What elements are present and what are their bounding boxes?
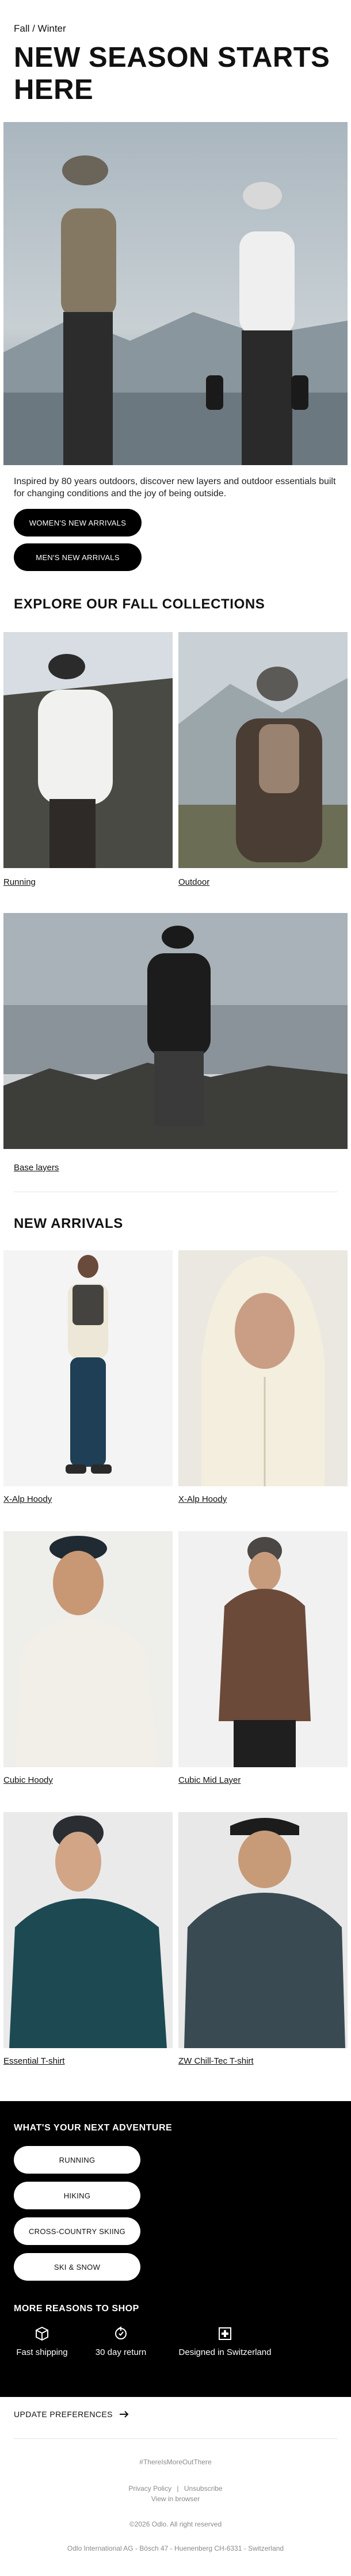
product-image-x-alp-hoody-women[interactable]: [3, 1250, 173, 1486]
intro-text: Inspired by 80 years outdoors, discover …: [14, 477, 336, 499]
season-eyebrow: Fall / Winter: [14, 23, 66, 34]
reason-designed-in-switzerland: Designed in Switzerland: [170, 2326, 280, 2357]
arrow-right-icon: [119, 2411, 129, 2418]
email-page: Fall / Winter NEW SEASON STARTS HERE Ins…: [0, 0, 351, 2576]
collection-link-outdoor[interactable]: Outdoor: [178, 877, 209, 887]
reason-label-30-day-return: 30 day return: [95, 2347, 147, 2357]
adventure-title: WHAT'S YOUR NEXT ADVENTURE: [14, 2123, 173, 2133]
update-preferences-link[interactable]: UPDATE PREFERENCES: [14, 2410, 129, 2419]
box-icon: [36, 2326, 48, 2341]
reasons-title: MORE REASONS TO SHOP: [14, 2304, 139, 2314]
adventure-hiking-button[interactable]: HIKING: [14, 2182, 140, 2209]
unsubscribe-link[interactable]: Unsubscribe: [184, 2484, 223, 2493]
return-icon: [115, 2326, 127, 2339]
adventure-ski-snow-button[interactable]: SKI & SNOW: [14, 2253, 140, 2281]
product-link-4[interactable]: Cubic Mid Layer: [178, 1775, 241, 1785]
product-link-1[interactable]: X-Alp Hoody: [3, 1494, 52, 1504]
hero-image[interactable]: [3, 122, 348, 465]
base-layers-image[interactable]: [3, 913, 348, 1149]
footer-address: Odlo International AG - Bösch 47 - Huene…: [67, 2544, 284, 2552]
adventure-cross-country-skiing-button[interactable]: CROSS-COUNTRY SKIING: [14, 2217, 140, 2245]
womens-new-arrivals-button[interactable]: WOMEN'S NEW ARRIVALS: [14, 509, 142, 536]
product-image-cubic-hoody[interactable]: [3, 1531, 173, 1767]
product-link-6[interactable]: ZW Chill-Tec T-shirt: [178, 2056, 254, 2066]
footer-links: Privacy Policy | Unsubscribe: [0, 2484, 351, 2493]
outdoor-image[interactable]: [178, 632, 348, 868]
new-arrivals-title: NEW ARRIVALS: [14, 1216, 123, 1231]
footer-hashtag: #ThereIsMoreOutThere: [139, 2458, 212, 2466]
reason-label-fast-shipping: Fast shipping: [16, 2347, 68, 2357]
product-image-x-alp-hoody-men[interactable]: [178, 1250, 348, 1486]
collection-link-base-layers[interactable]: Base layers: [14, 1163, 59, 1173]
product-link-2[interactable]: X-Alp Hoody: [178, 1494, 227, 1504]
collection-link-running[interactable]: Running: [3, 877, 36, 887]
reason-fast-shipping: Fast shipping: [10, 2326, 74, 2357]
adventure-running-button[interactable]: RUNNING: [14, 2146, 140, 2174]
update-preferences-label: UPDATE PREFERENCES: [14, 2410, 113, 2419]
collections-title: EXPLORE OUR FALL COLLECTIONS: [14, 596, 265, 612]
footer-divider: [14, 2438, 337, 2439]
product-image-zw-chill-tec-t-shirt[interactable]: [178, 1812, 348, 2048]
hero-title: NEW SEASON STARTS HERE: [14, 42, 330, 105]
product-image-cubic-mid-layer[interactable]: [178, 1531, 348, 1767]
swiss-cross-icon: [219, 2327, 231, 2340]
mens-new-arrivals-button[interactable]: MEN'S NEW ARRIVALS: [14, 543, 142, 571]
privacy-policy-link[interactable]: Privacy Policy: [128, 2484, 171, 2493]
running-image[interactable]: [3, 632, 173, 868]
product-image-essential-t-shirt[interactable]: [3, 1812, 173, 2048]
footer-separator: |: [177, 2484, 179, 2493]
reason-label-designed-in-switzerland: Designed in Switzerland: [178, 2347, 272, 2357]
reason-30-day-return: 30 day return: [86, 2326, 155, 2357]
product-link-5[interactable]: Essential T-shirt: [3, 2056, 64, 2066]
product-link-3[interactable]: Cubic Hoody: [3, 1775, 53, 1785]
view-in-browser-link[interactable]: View in browser: [0, 2495, 351, 2503]
footer-copyright: ©2026 Odlo. All right reserved: [129, 2520, 222, 2528]
